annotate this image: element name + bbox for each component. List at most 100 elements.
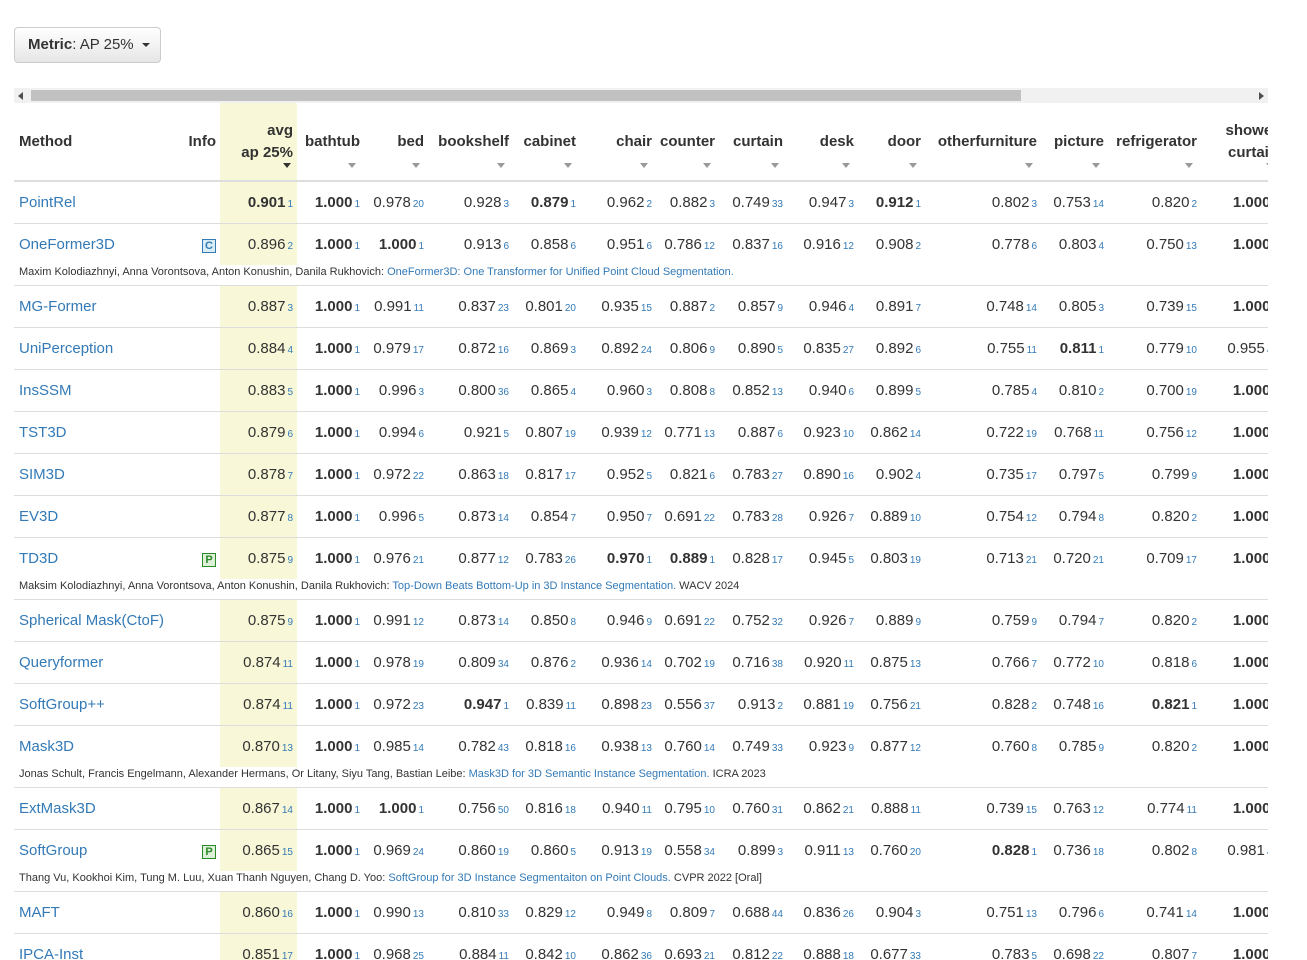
score-cell: 0.556 37	[656, 682, 719, 725]
method-link[interactable]: IPCA-Inst	[19, 946, 83, 960]
column-header-avg[interactable]: avg ap 25%	[220, 103, 297, 182]
column-header-desk[interactable]: desk	[787, 103, 858, 182]
score-value: 0.741	[1146, 903, 1184, 921]
column-header-refrigerator[interactable]: refrigerator	[1108, 103, 1201, 182]
method-link[interactable]: EV3D	[19, 508, 58, 525]
column-header-curtain[interactable]: curtain	[719, 103, 787, 182]
score-cell: 0.837 23	[428, 284, 513, 327]
method-link[interactable]: TST3D	[19, 424, 67, 441]
scrollbar-thumb[interactable]	[31, 90, 1021, 101]
method-link[interactable]: UniPerception	[19, 340, 113, 357]
method-link[interactable]: Queryformer	[19, 654, 103, 671]
score-value: 0.946	[606, 611, 645, 629]
method-link[interactable]: SIM3D	[19, 466, 65, 483]
paper-badge-icon[interactable]: P	[202, 844, 216, 859]
score-value: 0.968	[373, 945, 411, 960]
score-value: 0.991	[374, 297, 412, 315]
scroll-left-icon[interactable]	[18, 92, 23, 100]
score-cell: 0.842 10	[513, 932, 580, 960]
rank-value: 7	[1031, 658, 1037, 670]
score-value: 0.887	[247, 297, 286, 315]
method-link[interactable]: OneFormer3D	[19, 236, 115, 253]
column-header-shower-curtain[interactable]: shower curtain	[1201, 103, 1268, 182]
method-link[interactable]: Mask3D	[19, 738, 74, 755]
score-value: 0.921	[463, 423, 502, 441]
score-cell: 0.879 1	[513, 180, 580, 223]
metric-dropdown-button[interactable]: Metric: AP 25%	[14, 27, 161, 63]
score-cell: 0.874 11	[220, 640, 297, 683]
scroll-right-icon[interactable]	[1259, 92, 1264, 100]
rank-value: 17	[564, 470, 576, 482]
score-value: 0.970	[606, 549, 645, 567]
column-header-door[interactable]: door	[858, 103, 925, 182]
score-cell: 0.700 19	[1108, 368, 1201, 411]
paper-badge-icon[interactable]: P	[202, 552, 216, 567]
rank-value: 9	[646, 616, 652, 628]
score-cell: 0.945 5	[787, 536, 858, 579]
sort-icon	[640, 163, 648, 168]
score-value: 0.786	[664, 235, 702, 253]
table-row: SoftGroup P 0.865 15 1.000 1 0.969 24 0.860 19 0.8…	[14, 828, 1268, 871]
method-name-cell: Mask3D	[14, 724, 172, 767]
code-badge-icon[interactable]: C	[202, 238, 216, 253]
score-value: 0.752	[732, 611, 770, 629]
score-value: 0.891	[875, 297, 914, 315]
column-header-picture[interactable]: picture	[1041, 103, 1108, 182]
score-cell: 0.878 7	[220, 452, 297, 495]
method-link[interactable]: MAFT	[19, 904, 60, 921]
header-label: otherfurniture	[937, 132, 1037, 150]
rank-value: 20	[909, 846, 921, 858]
score-value: 1.000	[314, 737, 353, 755]
score-value: 0.923	[803, 423, 841, 441]
citation-title-link[interactable]: Mask3D for 3D Semantic Instance Segmenta…	[469, 768, 710, 780]
citation-title-link[interactable]: Top-Down Beats Bottom-Up in 3D Instance …	[392, 580, 676, 592]
score-cell: 0.820 2	[1108, 494, 1201, 537]
score-value: 0.760	[664, 737, 702, 755]
rank-value: 16	[497, 344, 509, 356]
column-header-bathtub[interactable]: bathtub	[297, 103, 364, 182]
column-header-counter[interactable]: counter	[656, 103, 719, 182]
score-cell: 0.756 50	[428, 786, 513, 829]
score-value: 0.698	[1053, 945, 1091, 960]
score-value: 0.978	[373, 193, 411, 211]
column-header-method[interactable]: Method	[14, 103, 172, 182]
method-link[interactable]: ExtMask3D	[19, 800, 96, 817]
score-cell: 1.0001	[297, 368, 364, 411]
score-cell: 1.0001	[297, 410, 364, 453]
score-value: 1.000	[314, 507, 353, 525]
method-link[interactable]: Spherical Mask(CtoF)	[19, 612, 164, 629]
score-value: 0.809	[669, 903, 708, 921]
method-link[interactable]: TD3D	[19, 550, 58, 567]
column-header-otherfurniture[interactable]: otherfurniture	[925, 103, 1041, 182]
score-value: 0.949	[606, 903, 645, 921]
score-cell: 0.851 17	[220, 932, 297, 960]
score-value: 0.802	[1151, 841, 1190, 859]
table-row: IPCA-Inst 0.851 17 1.000 1 0.968 25 0.884 11 0.84…	[14, 932, 1268, 960]
rank-value: 14	[1185, 908, 1197, 920]
score-value: 0.735	[986, 465, 1024, 483]
score-cell: 0.799 9	[1108, 452, 1201, 495]
method-link[interactable]: InsSSM	[19, 382, 72, 399]
score-value: 0.836	[803, 903, 841, 921]
citation-title-link[interactable]: SoftGroup for 3D Instance Segmentaiton o…	[388, 872, 671, 884]
column-header-bed[interactable]: bed	[364, 103, 428, 182]
column-header-cabinet[interactable]: cabinet	[513, 103, 580, 182]
column-header-info[interactable]: Info	[172, 103, 220, 182]
score-value: 0.803	[1058, 235, 1097, 253]
citation-title-link[interactable]: OneFormer3D: One Transformer for Unified…	[387, 266, 734, 278]
score-value: 0.713	[986, 549, 1024, 567]
method-link[interactable]: SoftGroup	[19, 842, 87, 859]
method-link[interactable]: SoftGroup++	[19, 696, 105, 713]
table-row: ExtMask3D 0.867 14 1.000 1 1.000 1 0.756 50 0.816…	[14, 786, 1268, 829]
score-cell: 0.850 8	[513, 598, 580, 641]
info-cell	[172, 326, 220, 369]
score-value: 0.851	[242, 945, 280, 960]
score-value: 0.749	[732, 193, 770, 211]
method-link[interactable]: PointRel	[19, 194, 76, 211]
rank-value: 5	[1031, 950, 1037, 960]
column-header-chair[interactable]: chair	[580, 103, 656, 182]
horizontal-scrollbar[interactable]	[14, 88, 1268, 103]
method-link[interactable]: MG-Former	[19, 298, 97, 315]
score-cell: 0.978 20	[364, 180, 428, 223]
column-header-bookshelf[interactable]: bookshelf	[428, 103, 513, 182]
